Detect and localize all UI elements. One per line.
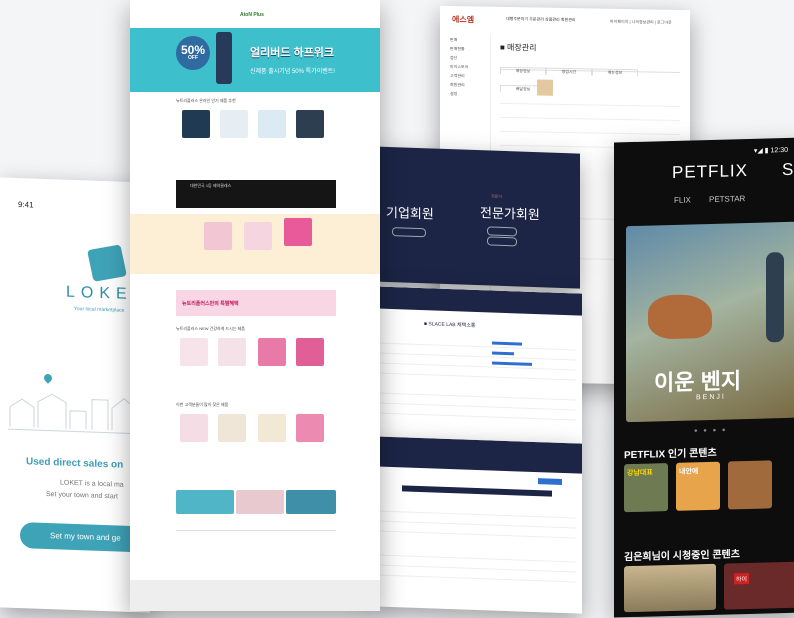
- loket-paragraph-2: Set your town and start: [46, 490, 118, 501]
- admin-header-links[interactable]: 마이페이지 | 나의정보관리 | 로그아웃: [610, 19, 672, 26]
- lab-list-page: [372, 436, 582, 614]
- product-showcase: [130, 214, 380, 274]
- admin-tabs: 매장정보 영업시간 메뉴정보배달정보: [500, 58, 680, 93]
- divider: [500, 130, 680, 136]
- featured-subtitle: BENJI: [696, 393, 726, 402]
- content-thumbnail[interactable]: 하이: [724, 561, 794, 610]
- loket-screen: 9:41 LOKET Your local marketplace Used d…: [0, 177, 150, 613]
- status-time: 9:41: [18, 200, 34, 210]
- product-card[interactable]: [296, 110, 324, 138]
- dog-image: [648, 293, 712, 340]
- loket-paragraph-1: LOKET is a local ma: [60, 479, 124, 489]
- footer-bar: [130, 580, 380, 611]
- tab-store-info[interactable]: 매장정보: [500, 66, 546, 75]
- discount-badge: 50% OFF: [176, 36, 210, 70]
- section-title: 뉴트리플러스 NEW 건강하게 드시는 제품: [176, 326, 245, 331]
- product-card[interactable]: [220, 110, 248, 138]
- featured-banner[interactable]: 이운 벤지 BENJI: [626, 221, 794, 423]
- product-card[interactable]: [218, 338, 246, 366]
- event-banner[interactable]: 50% OFF 얼리버드 하프위크 신제품 출시기념 50% 특가이벤트!: [130, 28, 380, 92]
- divider: [500, 116, 680, 122]
- petflix-logo-cut: SO: [782, 159, 794, 180]
- popular-row: 강남대표 내안에: [624, 459, 794, 514]
- popular-section-title: PETFLIX 인기 콘텐츠: [624, 447, 717, 462]
- tab-flix[interactable]: FLIX: [674, 195, 691, 204]
- enterprise-button[interactable]: [392, 227, 426, 238]
- product-card[interactable]: [258, 414, 286, 442]
- petflix-screen: ▾◢ ▮ 12:30 PETFLIX SO FLIX PETSTAR 이운 벤지…: [614, 137, 794, 618]
- lab-table-page: ■ SLACE LAB 채택소통: [372, 286, 582, 444]
- sidebar-item[interactable]: 설정: [440, 88, 490, 98]
- banner-subtitle: 신제품 출시기념 50% 특가이벤트!: [250, 69, 335, 75]
- product-card[interactable]: [182, 110, 210, 138]
- ad-banner[interactable]: [176, 490, 234, 514]
- shop-logo[interactable]: AtoN Plus: [240, 12, 264, 18]
- product-card[interactable]: [180, 414, 208, 442]
- tab-hours[interactable]: 영업시간: [546, 67, 592, 76]
- page-title: ■ 매장관리: [500, 42, 537, 53]
- tab-petstar[interactable]: PETSTAR: [709, 194, 745, 204]
- lab-list-header: [372, 436, 582, 474]
- product-card[interactable]: [296, 338, 324, 366]
- admin-logo: 에스엠: [452, 15, 475, 25]
- loket-logo-icon: [87, 244, 127, 282]
- product-card[interactable]: [218, 414, 246, 442]
- membership-panel: 전문가 기업회원 전문가회원: [370, 146, 580, 289]
- petflix-logo: PETFLIX: [672, 160, 748, 182]
- banner-title: 얼리버드 하프위크: [250, 47, 335, 59]
- town-illustration: [8, 382, 138, 435]
- content-thumbnail[interactable]: [728, 460, 772, 510]
- search-button[interactable]: [538, 478, 562, 485]
- award-text: 대한민국 1등 제약클래스: [190, 183, 232, 188]
- promo-text: 뉴트리플러스만의 특별혜택: [182, 301, 239, 307]
- content-thumbnail[interactable]: 강남대표: [624, 463, 668, 513]
- pro-button-2[interactable]: [487, 236, 517, 247]
- content-thumbnail[interactable]: [624, 563, 716, 613]
- pro-button-1[interactable]: [487, 226, 517, 237]
- product-card[interactable]: [180, 338, 208, 366]
- tab-menu[interactable]: 메뉴정보: [592, 68, 638, 77]
- store-thumbnail: [537, 79, 553, 96]
- content-thumbnail[interactable]: 내안에: [676, 461, 720, 511]
- loket-tagline: Your local marketplace: [74, 305, 125, 314]
- ad-banner[interactable]: [236, 490, 284, 514]
- map-pin-icon: [42, 372, 54, 384]
- divider: [500, 102, 680, 108]
- promo-banner[interactable]: 뉴트리플러스만의 특별혜택: [176, 290, 336, 316]
- ad-banner[interactable]: [286, 490, 336, 514]
- enterprise-member-title: 기업회원: [386, 204, 434, 222]
- person-image: [766, 252, 784, 343]
- section-title: 뉴트리플러스 온라인 인기 제품 추천: [176, 98, 236, 103]
- pro-member-title: 전문가회원: [480, 205, 540, 223]
- product-bottle-image: [216, 32, 232, 84]
- shop-page: AtoN Plus 50% OFF 얼리버드 하프위크 신제품 출시기념 50% …: [130, 0, 380, 611]
- featured-title: 이운 벤지: [654, 368, 742, 396]
- status-bar: ▾◢ ▮ 12:30: [753, 146, 788, 155]
- product-card[interactable]: [204, 222, 232, 250]
- product-card[interactable]: [296, 414, 324, 442]
- carousel-dots[interactable]: ● ● ● ●: [694, 428, 728, 435]
- section-title: 이번 고객분들이 많이 찾은 제품: [176, 402, 229, 407]
- table-header: [402, 485, 552, 497]
- product-card[interactable]: [258, 338, 286, 366]
- product-card[interactable]: [284, 218, 312, 246]
- continue-watching-title: 김은희님이 시청중인 콘텐츠: [624, 549, 740, 564]
- loket-heading: Used direct sales on: [26, 456, 124, 471]
- admin-top-nav[interactable]: 대행주문하기 주문관리 상품관리 회원관리: [506, 16, 576, 23]
- product-card[interactable]: [244, 222, 272, 250]
- product-card[interactable]: [258, 110, 286, 138]
- lab-heading: ■ SLACE LAB 채택소통: [424, 321, 476, 329]
- pro-label: 전문가: [491, 193, 503, 199]
